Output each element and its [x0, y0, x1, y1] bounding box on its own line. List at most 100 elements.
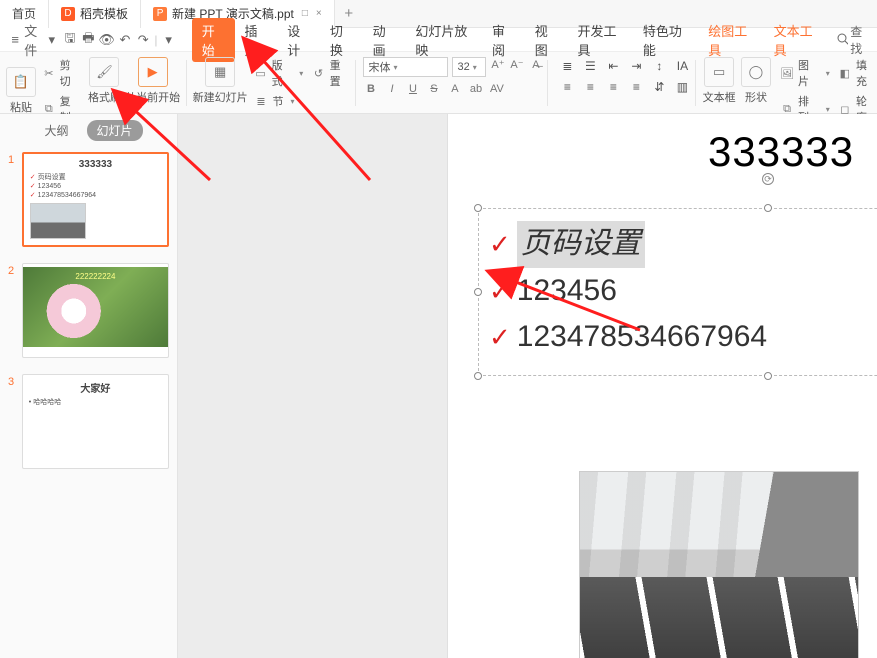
- tab-docshell[interactable]: D 稻壳模板: [49, 0, 141, 28]
- bullet-3-text[interactable]: 123478534667964: [517, 314, 767, 361]
- menu-special[interactable]: 特色功能: [633, 18, 698, 62]
- thumb-1-wrap[interactable]: 1 333333 页码设置 123456 123478534667964: [8, 152, 169, 247]
- ppt-icon: P: [153, 7, 167, 21]
- tab-outline[interactable]: 大纲: [34, 120, 78, 141]
- paste-button[interactable]: 📋 粘贴: [6, 67, 36, 115]
- side-tabs: 大纲 幻灯片: [0, 114, 177, 146]
- align-left-button[interactable]: ≡: [558, 78, 576, 96]
- menu-insert[interactable]: 插入: [235, 18, 278, 62]
- thumb-3-title: 大家好: [29, 380, 162, 395]
- textbox-button[interactable]: ▭ 文本框: [703, 57, 735, 105]
- menu-text-tools[interactable]: 文本工具: [764, 18, 829, 62]
- thumb-1[interactable]: 333333 页码设置 123456 123478534667964: [22, 152, 169, 247]
- menu-anim[interactable]: 动画: [363, 18, 406, 62]
- bullets-button[interactable]: ≣: [558, 57, 576, 75]
- handle-bl[interactable]: [474, 372, 482, 380]
- slide-panel: 大纲 幻灯片 1 333333 页码设置 123456 123478534667…: [0, 114, 178, 658]
- layout-icon: ▭: [254, 66, 268, 81]
- fill-button[interactable]: ◧填充: [838, 57, 877, 89]
- handle-ml[interactable]: [474, 288, 482, 296]
- shrink-font-icon[interactable]: A⁻: [509, 57, 524, 72]
- slide-image[interactable]: [579, 471, 859, 658]
- check-icon-1: ✓: [489, 224, 511, 264]
- section-button[interactable]: ≣节▾: [254, 93, 304, 109]
- align-vert-button[interactable]: ⇵: [650, 78, 668, 96]
- reset-button[interactable]: ↺重置: [311, 57, 350, 89]
- highlight-button[interactable]: ab: [468, 81, 483, 96]
- undo-icon[interactable]: ↶: [116, 30, 134, 50]
- thumb-3-wrap[interactable]: 3 大家好 哈哈哈哈: [8, 374, 169, 469]
- from-current-button[interactable]: ▶ 从当前开始: [126, 57, 179, 105]
- thumb-1-line1: 页码设置: [30, 173, 161, 182]
- textbox-label: 文本框: [703, 89, 736, 105]
- strike-button[interactable]: S: [426, 81, 441, 96]
- clear-format-icon[interactable]: A̶: [528, 57, 543, 72]
- content-textbox[interactable]: ⟳ ✓页码设置 ✓123456 ✓123478534667964: [478, 208, 877, 376]
- align-center-button[interactable]: ≡: [581, 78, 599, 96]
- layout-button[interactable]: ▭版式▾: [254, 57, 304, 89]
- format-painter-button[interactable]: 🖌 格式刷: [89, 57, 121, 105]
- menu-view[interactable]: 视图: [525, 18, 568, 62]
- ribbon: 📋 粘贴 ✂剪切 ⧉复制 🖌 格式刷 ▶ 从当前开始 ▦ 新建幻灯片 ▭版式▾ …: [0, 52, 877, 114]
- grow-font-icon[interactable]: A⁺: [490, 57, 505, 72]
- menu-dev[interactable]: 开发工具: [567, 18, 632, 62]
- font-size-select[interactable]: 32▾: [452, 57, 486, 77]
- new-slide-button[interactable]: ▦ 新建幻灯片: [194, 57, 247, 105]
- bullet-1[interactable]: ✓页码设置: [489, 221, 877, 268]
- file-menu[interactable]: 文件: [24, 30, 42, 50]
- print-icon[interactable]: 🖶: [79, 30, 97, 50]
- handle-tl[interactable]: [474, 204, 482, 212]
- rotate-handle-icon[interactable]: ⟳: [762, 173, 774, 185]
- bullet-2[interactable]: ✓123456: [489, 268, 877, 315]
- menu-search-label: 查找: [850, 23, 871, 57]
- redo-icon[interactable]: ↷: [134, 30, 152, 50]
- font-group: 宋体▾ 32▾ A⁺ A⁻ A̶ B I U S A ab AV: [363, 57, 543, 96]
- menu-slideshow[interactable]: 幻灯片放映: [405, 18, 482, 62]
- file-menu-caret-icon[interactable]: ▾: [43, 30, 61, 50]
- line-spacing-button[interactable]: ↕: [650, 57, 668, 75]
- slide-page[interactable]: 333333 ⟳ ✓页码设置 ✓123456 ✓123478534667964: [448, 114, 877, 658]
- indent-dec-button[interactable]: ⇤: [604, 57, 622, 75]
- bold-button[interactable]: B: [363, 81, 378, 96]
- ribbon-divider-1: [186, 60, 187, 106]
- thumb-2[interactable]: 222222224: [22, 263, 169, 358]
- slide-canvas[interactable]: 333333 ⟳ ✓页码设置 ✓123456 ✓123478534667964: [178, 114, 877, 658]
- section-label: 节: [273, 93, 284, 109]
- underline-button[interactable]: U: [405, 81, 420, 96]
- bullet-2-text[interactable]: 123456: [517, 268, 617, 315]
- menu-start[interactable]: 开始: [192, 18, 235, 62]
- handle-bm[interactable]: [764, 372, 772, 380]
- char-spacing-button[interactable]: AV: [489, 81, 504, 96]
- qa-caret-icon[interactable]: ▾: [160, 30, 178, 50]
- handle-tm[interactable]: [764, 204, 772, 212]
- cut-button[interactable]: ✂剪切: [42, 57, 80, 89]
- menu-transition[interactable]: 切换: [320, 18, 363, 62]
- bullet-3[interactable]: ✓123478534667964: [489, 314, 877, 361]
- align-justify-button[interactable]: ≡: [627, 78, 645, 96]
- slide-title[interactable]: 333333: [708, 128, 854, 176]
- numbering-button[interactable]: ☰: [581, 57, 599, 75]
- menu-design[interactable]: 设计: [277, 18, 320, 62]
- columns-button[interactable]: ▥: [673, 78, 691, 96]
- save-icon[interactable]: 🖫: [61, 30, 79, 50]
- font-family-select[interactable]: 宋体▾: [363, 57, 448, 77]
- thumb-2-wrap[interactable]: 2 222222224: [8, 263, 169, 358]
- tab-slides[interactable]: 幻灯片: [87, 120, 143, 141]
- menu-review[interactable]: 审阅: [482, 18, 525, 62]
- app-menu-icon[interactable]: ≡: [6, 30, 24, 50]
- thumbnail-list: 1 333333 页码设置 123456 123478534667964 2 2…: [0, 146, 177, 658]
- italic-button[interactable]: I: [384, 81, 399, 96]
- thumb-1-num: 1: [8, 154, 18, 166]
- align-right-button[interactable]: ≡: [604, 78, 622, 96]
- font-color-button[interactable]: A: [447, 81, 462, 96]
- shape-button[interactable]: ◯ 形状: [741, 57, 771, 105]
- preview-icon[interactable]: 👁: [97, 30, 115, 50]
- section-icon: ≣: [254, 94, 269, 109]
- indent-inc-button[interactable]: ⇥: [627, 57, 645, 75]
- text-direction-button[interactable]: IA: [673, 57, 691, 75]
- menu-draw-tools[interactable]: 绘图工具: [698, 18, 763, 62]
- thumb-3[interactable]: 大家好 哈哈哈哈: [22, 374, 169, 469]
- picture-button[interactable]: 🖼图片▾: [780, 57, 830, 89]
- menu-search[interactable]: 查找: [837, 23, 871, 57]
- bullet-1-text[interactable]: 页码设置: [517, 221, 645, 268]
